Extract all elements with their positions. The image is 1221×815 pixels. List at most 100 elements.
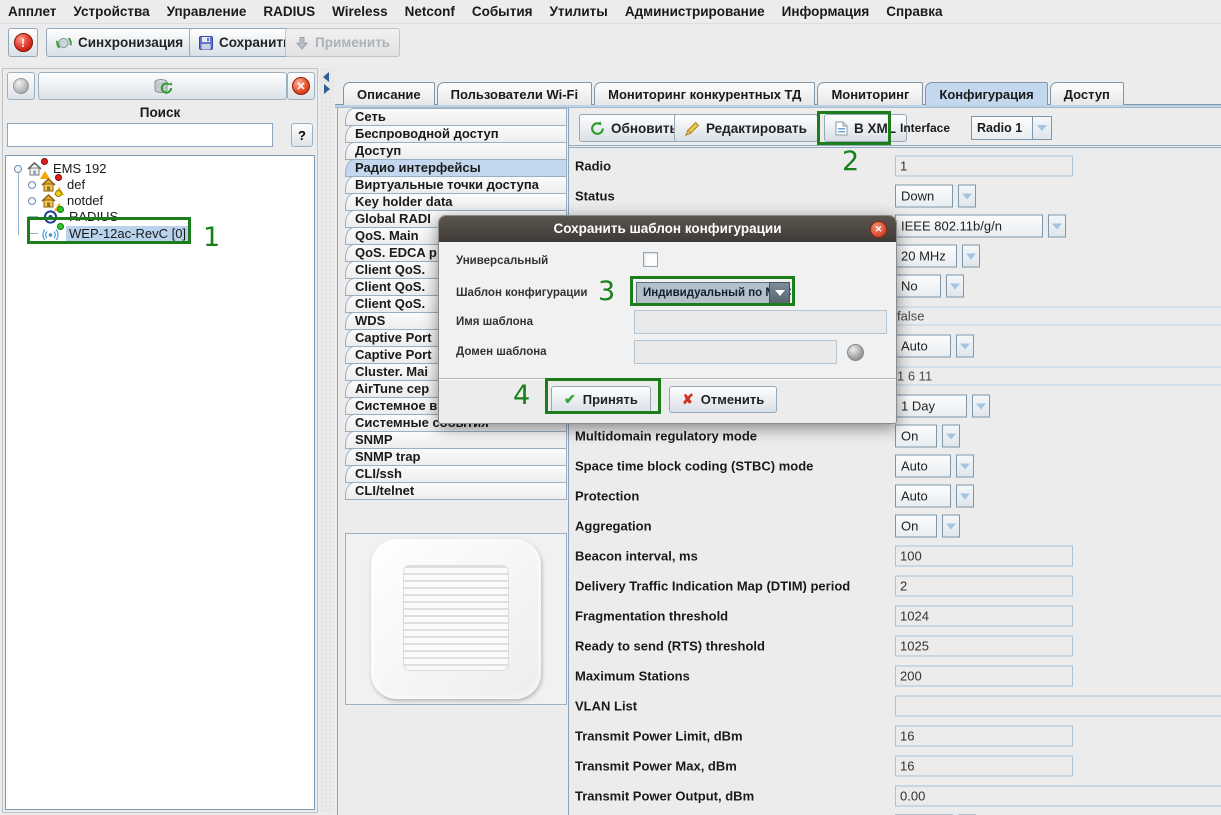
tree-expand-handle-icon[interactable] [28,181,36,189]
text-field[interactable]: 1025 [895,636,1073,657]
template-domain-input[interactable] [634,340,837,364]
text-field[interactable] [895,696,1221,717]
dropdown-field[interactable]: On [895,425,960,448]
dropdown-field[interactable]: Auto [895,455,974,478]
chevron-down-icon[interactable] [942,515,960,538]
menu-item[interactable]: Устройства [73,4,149,19]
device-tree: EMS 192 def [5,155,315,810]
text-field[interactable]: 2 [895,576,1073,597]
dropdown-field[interactable]: 20 MHz [895,245,980,268]
form-row: Delivery Traffic Indication Map (DTIM) p… [569,571,1221,601]
chevron-down-icon[interactable] [956,335,974,358]
main-tabs: ОписаниеПользователи Wi-FiМониторинг кон… [343,82,1124,105]
panel-splitter[interactable] [320,68,334,813]
domain-picker-button[interactable] [847,344,864,361]
chevron-down-icon[interactable] [962,245,980,268]
sync-button[interactable]: Синхронизация [46,28,193,57]
device-image-area [345,528,567,705]
expand-right-icon[interactable] [324,84,330,94]
section-menu-item[interactable]: Беспроводной доступ [345,125,567,143]
menu-item[interactable]: Wireless [332,4,387,19]
section-menu-item[interactable]: CLI/ssh [345,465,567,483]
menu-item[interactable]: Информация [782,4,870,19]
text-field[interactable]: 0.00 [895,786,1221,807]
tab[interactable]: Мониторинг конкурентных ТД [594,82,815,105]
collapse-left-icon[interactable] [323,72,329,82]
menu-item[interactable]: Управление [167,4,247,19]
apply-button[interactable]: Применить [285,28,400,57]
menu-item[interactable]: Апплет [8,4,56,19]
menu-item[interactable]: Справка [886,4,942,19]
device-tree-panel: ✕ Поиск ? EMS 192 [2,68,318,813]
section-menu-item[interactable]: Виртуальные точки доступа [345,176,567,194]
dropdown-field[interactable]: Auto [895,335,974,358]
search-help-button[interactable]: ? [291,123,313,147]
chevron-down-icon[interactable] [972,395,990,418]
menu-bar: Апплет Устройства Управление RADIUS Wireless… [0,0,1221,22]
section-menu-item[interactable]: Key holder data [345,193,567,211]
cancel-button[interactable]: ✘ Отменить [669,386,777,413]
text-field[interactable]: 1024 [895,606,1073,627]
dropdown-field[interactable]: No [895,275,964,298]
dropdown-field[interactable]: On [895,515,960,538]
chevron-down-icon[interactable] [958,185,976,208]
edit-button[interactable]: Редактировать [674,114,818,142]
menu-item[interactable]: Netconf [405,4,455,19]
section-menu-item[interactable]: Доступ [345,142,567,160]
menu-item[interactable]: События [472,4,533,19]
form-row: VLAN List [569,691,1221,721]
db-sync-button[interactable] [38,72,287,100]
universal-checkbox[interactable] [643,252,658,267]
section-menu-item[interactable]: Сеть [345,108,567,126]
tree-connector-line [18,172,19,235]
tab[interactable]: Пользователи Wi-Fi [437,82,592,105]
tab[interactable]: Конфигурация [925,82,1047,105]
tab[interactable]: Описание [343,82,435,105]
section-menu-item[interactable]: CLI/telnet [345,482,567,500]
annotation-number-4: 4 [513,382,530,409]
tree-item-notdef[interactable]: notdef [28,192,106,209]
menu-item[interactable]: Администрирование [625,4,765,19]
text-field[interactable]: 1 [895,156,1073,177]
house-icon [26,161,46,177]
tree-item-ems[interactable]: EMS 192 [14,160,109,177]
chevron-down-icon[interactable] [956,455,974,478]
dropdown-value: IEEE 802.11b/g/n [895,215,1043,238]
close-panel-button[interactable]: ✕ [287,72,315,100]
interface-select[interactable]: Radio 1 [971,116,1052,140]
chevron-down-icon[interactable] [946,275,964,298]
tab[interactable]: Доступ [1050,82,1124,105]
dialog-close-button[interactable]: ✕ [870,221,887,238]
section-menu-item[interactable]: Радио интерфейсы [345,159,567,177]
alarm-button[interactable]: ! [8,28,38,57]
search-input[interactable] [7,123,273,147]
add-device-button[interactable] [7,72,35,100]
dropdown-field[interactable]: Down [895,185,976,208]
chevron-down-icon[interactable] [1033,116,1052,140]
refresh-button[interactable]: Обновить [579,114,689,142]
dropdown-field[interactable]: Auto [895,485,974,508]
text-field[interactable]: 200 [895,666,1073,687]
tab[interactable]: Мониторинг [817,82,923,105]
close-icon: ✕ [292,77,310,95]
section-menu-item[interactable]: SNMP [345,431,567,449]
sync-button-label: Синхронизация [78,35,183,50]
section-menu-item[interactable]: SNMP trap [345,448,567,466]
dropdown-field[interactable]: IEEE 802.11b/g/n [895,215,1066,238]
chevron-down-icon[interactable] [956,485,974,508]
tree-expand-handle-icon[interactable] [14,165,22,173]
menu-item[interactable]: Утилиты [550,4,608,19]
chevron-down-icon[interactable] [1048,215,1066,238]
chevron-down-icon[interactable] [942,425,960,448]
field-label: Ready to send (RTS) threshold [575,639,765,654]
dropdown-field[interactable]: 1 Day [895,395,990,418]
tree-expand-handle-icon[interactable] [28,197,36,205]
template-type-label: Шаблон конфигурации [456,287,587,299]
dialog-footer: ✔ Принять ✘ Отменить [439,378,896,423]
text-field[interactable]: 16 [895,756,1073,777]
menu-item[interactable]: RADIUS [263,4,315,19]
text-field[interactable]: 16 [895,726,1073,747]
field-label: Transmit Power Max, dBm [575,759,737,774]
template-name-input[interactable] [634,310,887,334]
text-field[interactable]: 100 [895,546,1073,567]
